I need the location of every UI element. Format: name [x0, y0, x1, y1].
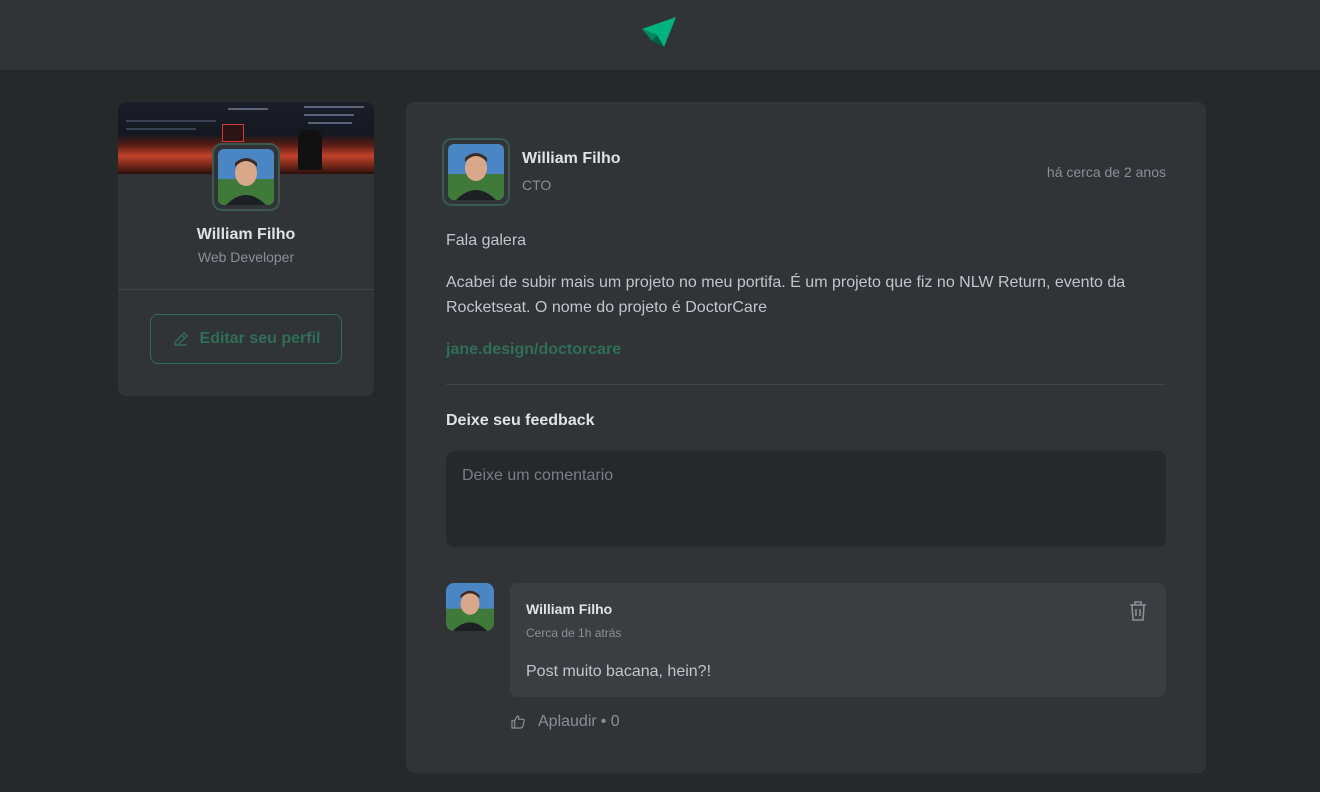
post-author-name: William Filho — [522, 150, 621, 167]
applaud-count: • 0 — [600, 713, 620, 730]
trash-icon[interactable] — [1126, 599, 1150, 623]
profile-name: William Filho — [196, 226, 296, 243]
comment-input[interactable] — [446, 451, 1166, 547]
profile-role: Web Developer — [197, 249, 295, 265]
edit-profile-label: Editar seu perfil — [199, 330, 321, 347]
post-content: Fala galera Acabei de subir mais um proj… — [446, 228, 1166, 379]
post-divider — [446, 384, 1166, 385]
comment-timestamp: Cerca de 1h atrás — [526, 626, 622, 640]
post-author-avatar[interactable] — [442, 138, 510, 206]
post-paragraph: Acabei de subir mais um projeto no meu p… — [446, 274, 1126, 316]
paper-plane-logo-icon[interactable] — [640, 15, 680, 51]
edit-profile-button[interactable]: Editar seu perfil — [150, 314, 342, 364]
comment-author-name: William Filho — [526, 601, 613, 617]
profile-sidebar: William Filho Web Developer Editar seu p… — [118, 102, 374, 396]
comment-author-avatar[interactable] — [446, 583, 494, 631]
post-paragraph: Fala galera — [446, 232, 527, 249]
post-timestamp: há cerca de 2 anos — [1046, 164, 1166, 180]
applaud-label: Aplaudir — [538, 713, 597, 730]
comment-text: Post muito bacana, hein?! — [526, 663, 712, 680]
applaud-button[interactable]: Aplaudir • 0 — [510, 713, 620, 731]
pencil-icon — [173, 332, 188, 346]
thumbs-up-icon — [511, 715, 525, 729]
profile-avatar[interactable] — [212, 143, 280, 211]
feedback-title: Deixe seu feedback — [446, 412, 595, 429]
post-card: William Filho CTO há cerca de 2 anos Fal… — [406, 102, 1206, 773]
sidebar-divider — [118, 289, 374, 290]
comment-box: William Filho Cerca de 1h atrás Post mui… — [510, 583, 1166, 697]
post-link[interactable]: jane.design/doctorcare — [446, 341, 621, 358]
app-header — [0, 0, 1320, 70]
post-author-role: CTO — [522, 177, 552, 193]
